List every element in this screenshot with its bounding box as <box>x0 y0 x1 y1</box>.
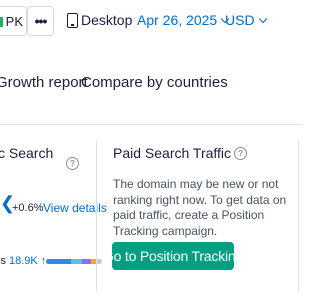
country-label: PK <box>5 13 23 29</box>
date-selector[interactable]: Apr 26, 2025 <box>137 12 230 28</box>
go-to-position-tracking-button[interactable]: Go to Position Tracking <box>103 242 243 270</box>
more-icon: ••• <box>34 13 48 29</box>
info-icon[interactable]: ? <box>66 157 79 170</box>
card-divider <box>96 141 97 291</box>
paid-search-description: The domain may be new or not ranking rig… <box>113 177 287 238</box>
distribution-segment-4-10 <box>71 259 83 264</box>
keywords-label: ls <box>0 255 6 267</box>
more-options-button[interactable]: ••• <box>27 6 54 36</box>
distribution-segment-51-100 <box>96 259 102 264</box>
currency-selector[interactable]: USD <box>225 12 267 28</box>
paid-search-title: Paid Search Traffic <box>113 145 232 161</box>
toolbar: PK ••• Desktop Apr 26, 2025 USD <box>0 0 302 44</box>
distribution-segment-11-20 <box>82 259 91 264</box>
mobile-device-icon <box>67 12 78 28</box>
organic-search-title: c Search <box>0 145 54 161</box>
tab-growth-report[interactable]: Growth report <box>0 74 88 91</box>
divider <box>0 124 302 125</box>
keyword-distribution-bar <box>46 259 102 264</box>
device-selector[interactable]: Desktop <box>67 12 132 28</box>
date-label: Apr 26, 2025 <box>137 12 218 28</box>
keywords-row: ls 18.9K ↑ <box>0 255 46 267</box>
device-label: Desktop <box>81 12 133 28</box>
paid-search-header: Paid Search Traffic ? <box>113 145 248 161</box>
card-divider <box>298 141 299 291</box>
tab-compare-by-countries[interactable]: Compare by countries <box>81 74 228 91</box>
chevron-down-icon <box>258 14 267 23</box>
keywords-value[interactable]: 18.9K <box>9 255 38 267</box>
info-icon[interactable]: ? <box>234 146 248 160</box>
distribution-segment-top3 <box>46 259 72 264</box>
country-selector[interactable]: PK <box>0 6 27 36</box>
view-details-link[interactable]: View details <box>43 201 107 215</box>
currency-label: USD <box>225 12 255 28</box>
traffic-change: +0.6% <box>12 202 44 214</box>
flag-icon <box>0 17 3 27</box>
